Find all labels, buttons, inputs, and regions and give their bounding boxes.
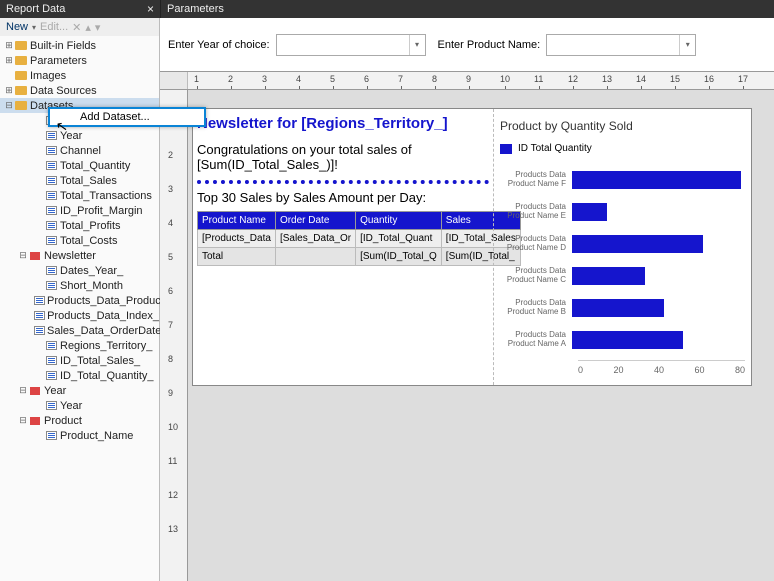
param-product-label: Enter Product Name: bbox=[438, 39, 541, 51]
table-total-row[interactable]: Total [Sum(ID_Total_Q [Sum(ID_Total_ bbox=[198, 248, 521, 266]
report-data-title: Report Data bbox=[6, 3, 65, 15]
sidebar-toolbar: New ▾ Edit... ✕ ▴ ▾ bbox=[0, 18, 159, 36]
chart-region[interactable]: Product by Quantity Sold ID Total Quanti… bbox=[493, 109, 751, 385]
report-data-tree: ⊞Built-in Fields ⊞Parameters Images ⊞Dat… bbox=[0, 36, 159, 445]
report-body[interactable]: Newsletter for [Regions_Territory_] Cong… bbox=[192, 108, 752, 386]
tree-field[interactable]: Sales_Data_OrderDate_ bbox=[0, 323, 159, 338]
report-data-panel: New ▾ Edit... ✕ ▴ ▾ ⊞Built-in Fields ⊞Pa… bbox=[0, 18, 160, 581]
tree-field[interactable]: Regions_Territory_ bbox=[0, 338, 159, 353]
tree-year[interactable]: ⊟Year bbox=[0, 383, 159, 398]
report-title[interactable]: Newsletter for [Regions_Territory_] bbox=[197, 115, 489, 132]
bar-row: Products Data Product Name F bbox=[500, 168, 745, 192]
tree-images[interactable]: Images bbox=[0, 68, 159, 83]
bar-row: Products Data Product Name D bbox=[500, 232, 745, 256]
col-product[interactable]: Product Name bbox=[198, 212, 276, 230]
table-row[interactable]: [Products_Data [Sales_Data_Or [ID_Total_… bbox=[198, 230, 521, 248]
tree-field[interactable]: Total_Sales bbox=[0, 173, 159, 188]
tree-field[interactable]: Products_Data_Index_ bbox=[0, 308, 159, 323]
context-menu-add-dataset[interactable]: Add Dataset... bbox=[48, 107, 206, 127]
chevron-down-icon[interactable]: ▾ bbox=[409, 35, 425, 55]
tree-field[interactable]: Total_Quantity bbox=[0, 158, 159, 173]
tree-field[interactable]: Products_Data_Product bbox=[0, 293, 159, 308]
chevron-down-icon[interactable]: ▾ bbox=[679, 35, 695, 55]
chart-x-axis: 020406080 bbox=[578, 360, 745, 375]
tree-parameters[interactable]: ⊞Parameters bbox=[0, 53, 159, 68]
down-icon[interactable]: ▾ bbox=[95, 21, 101, 34]
bar-row: Products Data Product Name E bbox=[500, 200, 745, 224]
tree-field[interactable]: Total_Transactions bbox=[0, 188, 159, 203]
tree-field[interactable]: Year bbox=[0, 398, 159, 413]
chart-title: Product by Quantity Sold bbox=[500, 119, 745, 133]
col-orderdate[interactable]: Order Date bbox=[275, 212, 355, 230]
edit-button[interactable]: Edit... bbox=[40, 21, 68, 33]
tree-newsletter[interactable]: ⊟Newsletter bbox=[0, 248, 159, 263]
tree-datasources[interactable]: ⊞Data Sources bbox=[0, 83, 159, 98]
tree-field[interactable]: Product_Name bbox=[0, 428, 159, 443]
divider bbox=[197, 180, 489, 184]
congrats-text[interactable]: Congratulations on your total sales of [… bbox=[197, 142, 489, 172]
bar-row: Products Data Product Name C bbox=[500, 264, 745, 288]
parameters-panel: Enter Year of choice: ▾ Enter Product Na… bbox=[160, 18, 774, 72]
new-button[interactable]: New bbox=[6, 21, 28, 33]
legend-swatch bbox=[500, 144, 512, 154]
tree-field[interactable]: Dates_Year_ bbox=[0, 263, 159, 278]
tree-product[interactable]: ⊟Product bbox=[0, 413, 159, 428]
chart-legend: ID Total Quantity bbox=[500, 143, 745, 154]
tree-field[interactable]: Year bbox=[0, 128, 159, 143]
subheading[interactable]: Top 30 Sales by Sales Amount per Day: bbox=[197, 190, 489, 205]
tree-field[interactable]: Total_Costs bbox=[0, 233, 159, 248]
bar-row: Products Data Product Name A bbox=[500, 328, 745, 352]
parameters-title: Parameters bbox=[167, 3, 224, 15]
tree-builtin[interactable]: ⊞Built-in Fields bbox=[0, 38, 159, 53]
parameters-header: Parameters bbox=[160, 0, 774, 18]
param-product-select[interactable]: ▾ bbox=[546, 34, 696, 56]
sales-table[interactable]: Product Name Order Date Quantity Sales [… bbox=[197, 211, 521, 266]
tree-field[interactable]: ID_Total_Sales_ bbox=[0, 353, 159, 368]
tree-field[interactable]: ID_Total_Quantity_ bbox=[0, 368, 159, 383]
report-data-header: Report Data × bbox=[0, 0, 160, 18]
tree-field[interactable]: Short_Month bbox=[0, 278, 159, 293]
col-quantity[interactable]: Quantity bbox=[356, 212, 442, 230]
param-year-label: Enter Year of choice: bbox=[168, 39, 270, 51]
tree-field[interactable]: Total_Profits bbox=[0, 218, 159, 233]
close-icon[interactable]: × bbox=[147, 2, 154, 16]
delete-icon[interactable]: ✕ bbox=[72, 21, 81, 34]
chevron-down-icon[interactable]: ▾ bbox=[32, 23, 36, 32]
param-year-select[interactable]: ▾ bbox=[276, 34, 426, 56]
horizontal-ruler: 1234567891011121314151617 bbox=[160, 72, 774, 90]
vertical-ruler: 12345678910111213 bbox=[160, 90, 188, 581]
up-icon[interactable]: ▴ bbox=[85, 21, 91, 34]
tree-field[interactable]: Channel bbox=[0, 143, 159, 158]
chart-bars: Products Data Product Name F Products Dat… bbox=[500, 168, 745, 352]
design-canvas[interactable]: Newsletter for [Regions_Territory_] Cong… bbox=[188, 90, 774, 581]
tree-field[interactable]: ID_Profit_Margin bbox=[0, 203, 159, 218]
bar-row: Products Data Product Name B bbox=[500, 296, 745, 320]
